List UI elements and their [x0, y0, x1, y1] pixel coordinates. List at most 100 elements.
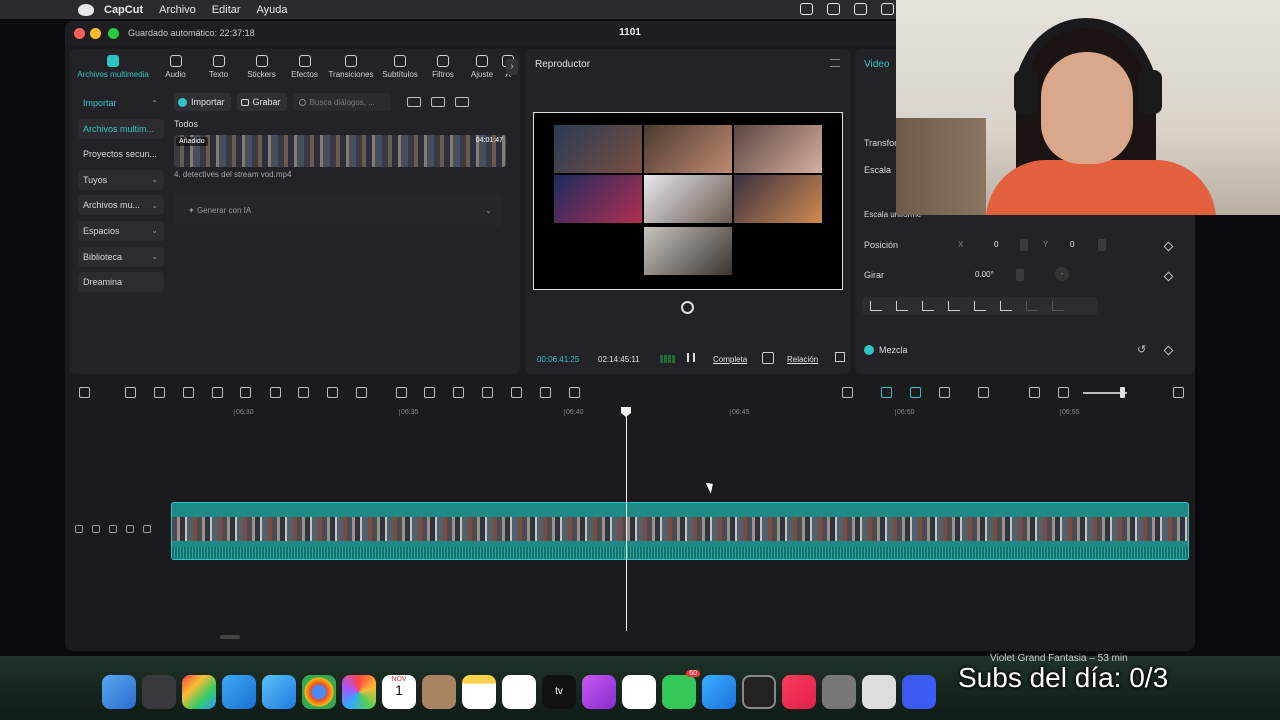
zoom-in-icon[interactable]: [1173, 387, 1184, 398]
sidebar-item-biblioteca[interactable]: Biblioteca ⌄: [78, 246, 164, 267]
menu-editar[interactable]: Editar: [212, 4, 241, 16]
blend-toggle-icon[interactable]: [864, 345, 874, 355]
chrome-icon[interactable]: [302, 675, 336, 709]
tray-status-icon[interactable]: [800, 3, 813, 15]
track-cover-icon[interactable]: [75, 525, 83, 533]
preview-axis-icon[interactable]: [978, 387, 989, 398]
music-icon[interactable]: [782, 675, 816, 709]
record-button[interactable]: Grabar: [236, 93, 287, 111]
chevron-right-icon[interactable]: ›: [506, 59, 518, 75]
sidebar-item-tuyos[interactable]: Tuyos ⌄: [78, 169, 164, 190]
speaker-icon[interactable]: [126, 525, 134, 533]
align-top-icon[interactable]: [948, 301, 960, 311]
x-value-field[interactable]: 0: [994, 240, 998, 249]
split-icon[interactable]: [183, 387, 194, 398]
podcasts-icon[interactable]: [582, 675, 616, 709]
system-settings-icon[interactable]: [822, 675, 856, 709]
y-value-field[interactable]: 0: [1070, 240, 1074, 249]
timeline-video-clip[interactable]: [171, 502, 1189, 560]
freeform-icon[interactable]: [502, 675, 536, 709]
pause-icon[interactable]: [687, 353, 695, 362]
capcut-icon[interactable]: [902, 675, 936, 709]
align-right-icon[interactable]: [922, 301, 934, 311]
caption-icon[interactable]: [396, 387, 407, 398]
video-preview[interactable]: [533, 112, 843, 290]
screenshot-icon[interactable]: [762, 352, 774, 364]
quality-completa-button[interactable]: Completa: [713, 355, 747, 364]
hd-icon[interactable]: [511, 387, 522, 398]
align-bottom-icon[interactable]: [1000, 301, 1012, 311]
keyframe-icon[interactable]: [1163, 271, 1174, 282]
zoom-out-icon[interactable]: [1058, 387, 1069, 398]
search-input[interactable]: Busca diálogos, ...: [292, 93, 391, 111]
timeline-scrollbar[interactable]: [220, 635, 240, 639]
x-stepper[interactable]: [1020, 239, 1028, 251]
sidebar-item-archivos-multimedia[interactable]: Archivos multim...: [78, 118, 164, 139]
align-middle-icon[interactable]: [974, 301, 986, 311]
shield-icon[interactable]: [298, 387, 309, 398]
undo-icon[interactable]: [125, 387, 136, 398]
tab-filtros[interactable]: Filtros: [424, 55, 462, 85]
menu-archivo[interactable]: Archivo: [159, 4, 196, 16]
tab-video[interactable]: Video: [864, 59, 889, 70]
app-store-icon[interactable]: [702, 675, 736, 709]
rotation-stepper[interactable]: [1016, 269, 1024, 281]
eye-icon[interactable]: [109, 525, 117, 533]
aspect-ratio-button[interactable]: Relación: [787, 355, 818, 364]
link-icon[interactable]: [910, 387, 921, 398]
activity-monitor-icon[interactable]: [742, 675, 776, 709]
rotate-dial-icon[interactable]: -: [1055, 267, 1069, 281]
split-right-icon[interactable]: [240, 387, 251, 398]
reminders-icon[interactable]: [622, 675, 656, 709]
tab-ajuste[interactable]: Ajuste: [462, 55, 502, 85]
tab-stickers[interactable]: Stickers: [240, 55, 283, 85]
filter-all-label[interactable]: Todos: [174, 119, 514, 129]
crop-icon[interactable]: [327, 387, 338, 398]
tray-display-icon[interactable]: [854, 3, 867, 15]
rotation-value-field[interactable]: 0.00°: [975, 270, 994, 279]
microphone-icon[interactable]: [842, 387, 853, 398]
lock-icon[interactable]: [92, 525, 100, 533]
align-center-icon[interactable]: [896, 301, 908, 311]
tray-volume-icon[interactable]: [881, 3, 894, 15]
import-button[interactable]: Importar: [174, 93, 231, 111]
fit-timeline-icon[interactable]: [1029, 387, 1040, 398]
audio-split-icon[interactable]: [569, 387, 580, 398]
menu-app-name[interactable]: CapCut: [104, 4, 143, 16]
speed-icon[interactable]: [356, 387, 367, 398]
safari-icon[interactable]: [222, 675, 256, 709]
media-clip-thumbnail[interactable]: Añadido 04:01:47: [174, 135, 506, 167]
menu-icon[interactable]: [830, 59, 840, 67]
more-icon[interactable]: [143, 525, 151, 533]
tab-efectos[interactable]: Efectos: [283, 55, 326, 85]
calculator-icon[interactable]: [142, 675, 176, 709]
messages-icon[interactable]: 60: [662, 670, 700, 709]
generate-ai-panel[interactable]: ✦ Generar con IA ⌄: [174, 193, 502, 227]
calendar-icon[interactable]: NOV 1: [382, 675, 416, 709]
playhead[interactable]: [626, 407, 627, 631]
chain-icon[interactable]: [939, 387, 950, 398]
filter-icon[interactable]: [454, 97, 469, 107]
tab-transiciones[interactable]: Transiciones: [326, 55, 376, 85]
select-cursor-icon[interactable]: [79, 387, 90, 398]
tv-icon[interactable]: tv: [542, 675, 576, 709]
finder-icon[interactable]: [102, 675, 136, 709]
mail-icon[interactable]: [262, 675, 296, 709]
fit-icon[interactable]: [681, 301, 694, 314]
delete-icon[interactable]: [270, 387, 281, 398]
y-stepper[interactable]: [1098, 239, 1106, 251]
notes-icon[interactable]: [462, 675, 496, 709]
fullscreen-icon[interactable]: [835, 352, 845, 362]
timeline-ruler[interactable]: 06:30 06:35 06:40 06:45 06:50 06:55: [170, 406, 1190, 420]
align-left-icon[interactable]: [870, 301, 882, 311]
sidebar-item-dreamina[interactable]: Dreamina: [78, 272, 164, 293]
tab-texto[interactable]: Texto: [197, 55, 240, 85]
sort-icon[interactable]: [430, 97, 445, 107]
tab-archivos-multimedia[interactable]: Archivos multimedia: [72, 55, 154, 85]
sidebar-item-importar[interactable]: Importar ⌃: [78, 93, 164, 113]
launchpad-icon[interactable]: [182, 675, 216, 709]
sidebar-item-proyectos-secundarios[interactable]: Proyectos secun...: [78, 144, 164, 164]
keyframe-icon[interactable]: [1163, 241, 1174, 252]
blend-label[interactable]: Mezcla: [879, 345, 908, 355]
reset-icon[interactable]: ↺: [1137, 343, 1146, 356]
